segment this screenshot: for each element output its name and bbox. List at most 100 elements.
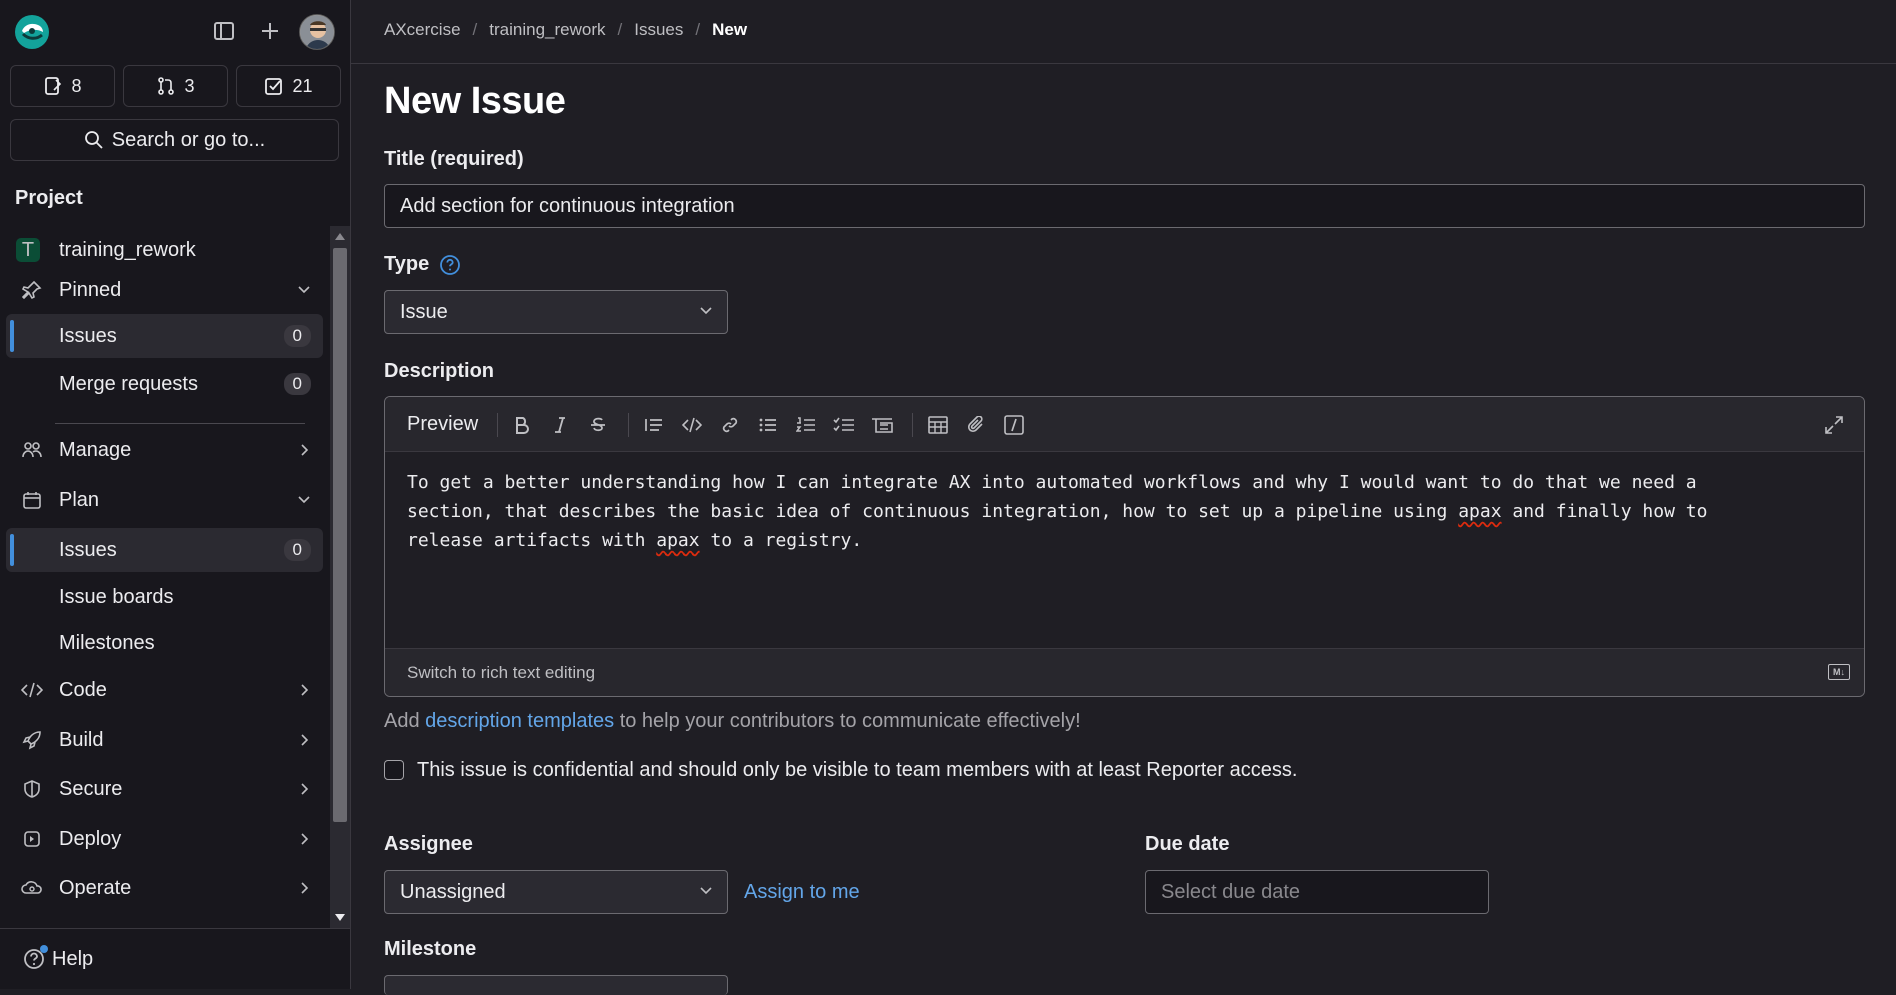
sidebar-item-pinned-issues[interactable]: Issues 0: [6, 314, 323, 358]
fullscreen-icon[interactable]: [1820, 411, 1848, 439]
sidebar-item-code[interactable]: Code: [6, 668, 323, 712]
code-icon[interactable]: [678, 411, 706, 439]
todo-icon: [265, 78, 283, 95]
sidebar-item-secure[interactable]: Secure: [6, 767, 323, 811]
help-button[interactable]: Help: [0, 928, 350, 989]
confidential-label[interactable]: This issue is confidential and should on…: [417, 759, 1297, 782]
sidebar-item-label: Issue boards: [59, 585, 174, 608]
task-list-icon[interactable]: [830, 411, 858, 439]
type-label: Type: [384, 253, 430, 275]
plus-icon[interactable]: [256, 17, 284, 45]
scrollbar-thumb[interactable]: [333, 248, 347, 822]
type-select-value: Issue: [400, 300, 448, 323]
templates-hint: Add description templates to help your c…: [384, 710, 1081, 732]
count-badge: 0: [283, 373, 311, 395]
slash-command-icon[interactable]: [1000, 411, 1028, 439]
preview-tab[interactable]: Preview: [407, 413, 478, 436]
type-select[interactable]: Issue: [384, 290, 728, 334]
sidebar-item-label: Issues: [59, 538, 117, 561]
breadcrumb-project[interactable]: training_rework: [489, 20, 605, 40]
sidebar-item-label: Secure: [59, 777, 123, 800]
description-editor: Preview To get a better understanding ho…: [384, 396, 1865, 697]
assignee-select-value: Unassigned: [400, 880, 506, 903]
collapsible-section-icon[interactable]: [868, 411, 896, 439]
help-icon: [22, 945, 48, 971]
description-templates-link[interactable]: description templates: [425, 710, 614, 732]
todos-button[interactable]: 21: [236, 65, 341, 107]
sidebar-item-build[interactable]: Build: [6, 718, 323, 762]
bullet-list-icon[interactable]: [754, 411, 782, 439]
scroll-up-icon[interactable]: [335, 232, 345, 240]
milestone-label: Milestone: [384, 938, 477, 960]
sidebar-item-project[interactable]: T training_rework: [6, 228, 323, 272]
project-avatar-icon: T: [16, 238, 40, 262]
due-date-input[interactable]: Select due date: [1145, 870, 1489, 914]
merge-requests-button[interactable]: 3: [123, 65, 228, 107]
assigned-issues-button[interactable]: 8: [10, 65, 115, 107]
spellcheck-word: apax: [656, 530, 700, 551]
help-label: Help: [52, 947, 94, 970]
sidebar-scrollbar[interactable]: [330, 226, 350, 929]
chevron-down-icon: [297, 283, 311, 297]
shield-icon: [20, 777, 44, 801]
sidebar-item-pinned-merge-requests[interactable]: Merge requests 0: [6, 362, 323, 406]
sidebar-item-label: Merge requests: [59, 372, 198, 395]
milestone-select[interactable]: [384, 975, 728, 995]
assignee-select[interactable]: Unassigned: [384, 870, 728, 914]
title-input-value: Add section for continuous integration: [400, 194, 735, 217]
confidential-checkbox[interactable]: [384, 760, 404, 780]
sidebar-item-manage[interactable]: Manage: [6, 428, 323, 472]
avatar[interactable]: [299, 14, 335, 50]
sidebar-item-issue-boards[interactable]: Issue boards: [6, 575, 323, 619]
sidebar-item-pinned[interactable]: Pinned: [6, 268, 323, 312]
search-button[interactable]: Search or go to...: [10, 119, 339, 161]
attachment-icon[interactable]: [962, 411, 990, 439]
italic-icon[interactable]: [546, 411, 574, 439]
quote-icon[interactable]: [640, 411, 668, 439]
title-input[interactable]: Add section for continuous integration: [384, 184, 1865, 228]
description-textarea[interactable]: To get a better understanding how I can …: [385, 452, 1864, 648]
editor-footer: Switch to rich text editing M↓: [385, 648, 1864, 696]
help-circle-icon[interactable]: [439, 254, 461, 276]
sidebar-item-plan[interactable]: Plan: [6, 478, 323, 522]
main-content: AXcercise / training_rework / Issues / N…: [351, 0, 1896, 995]
chevron-down-icon: [699, 304, 713, 318]
chevron-right-icon: [297, 733, 311, 747]
assign-to-me-link[interactable]: Assign to me: [744, 881, 860, 904]
sidebar-item-label: Pinned: [59, 278, 122, 301]
switch-to-rich-text-button[interactable]: Switch to rich text editing: [407, 663, 595, 683]
sidebar-item-milestones[interactable]: Milestones: [6, 621, 323, 665]
sidebar-item-label: Deploy: [59, 827, 122, 850]
due-date-placeholder: Select due date: [1161, 880, 1300, 903]
sidebar-item-operate[interactable]: Operate: [6, 866, 323, 910]
strikethrough-icon[interactable]: [584, 411, 612, 439]
scroll-down-icon[interactable]: [335, 914, 345, 922]
type-label-row: Type: [384, 253, 461, 276]
count-badge: 0: [283, 539, 311, 561]
breadcrumb-issues[interactable]: Issues: [634, 20, 683, 40]
due-date-label: Due date: [1145, 833, 1230, 855]
breadcrumb-group[interactable]: AXcercise: [384, 20, 461, 40]
sidebar-item-deploy[interactable]: Deploy: [6, 817, 323, 861]
editor-toolbar: Preview: [385, 397, 1864, 452]
chevron-right-icon: [297, 881, 311, 895]
assignee-label: Assignee: [384, 833, 473, 855]
sidebar-item-label: Manage: [59, 438, 132, 461]
sidebar-toggle-icon[interactable]: [210, 17, 238, 45]
bold-icon[interactable]: [508, 411, 536, 439]
breadcrumb-current[interactable]: New: [712, 20, 747, 40]
users-icon: [20, 438, 44, 462]
sidebar-item-label: Operate: [59, 876, 132, 899]
table-icon[interactable]: [924, 411, 952, 439]
cloud-gear-icon: [20, 876, 44, 900]
sidebar-item-label: Milestones: [59, 631, 155, 654]
sidebar-item-label: training_rework: [59, 238, 196, 261]
merge-requests-count: 3: [184, 75, 195, 96]
sidebar-item-label: Issues: [59, 324, 117, 347]
app-logo-icon[interactable]: [14, 14, 50, 50]
chevron-down-icon: [699, 884, 713, 898]
numbered-list-icon[interactable]: [792, 411, 820, 439]
chevron-right-icon: [297, 683, 311, 697]
link-icon[interactable]: [716, 411, 744, 439]
sidebar-item-plan-issues[interactable]: Issues 0: [6, 528, 323, 572]
